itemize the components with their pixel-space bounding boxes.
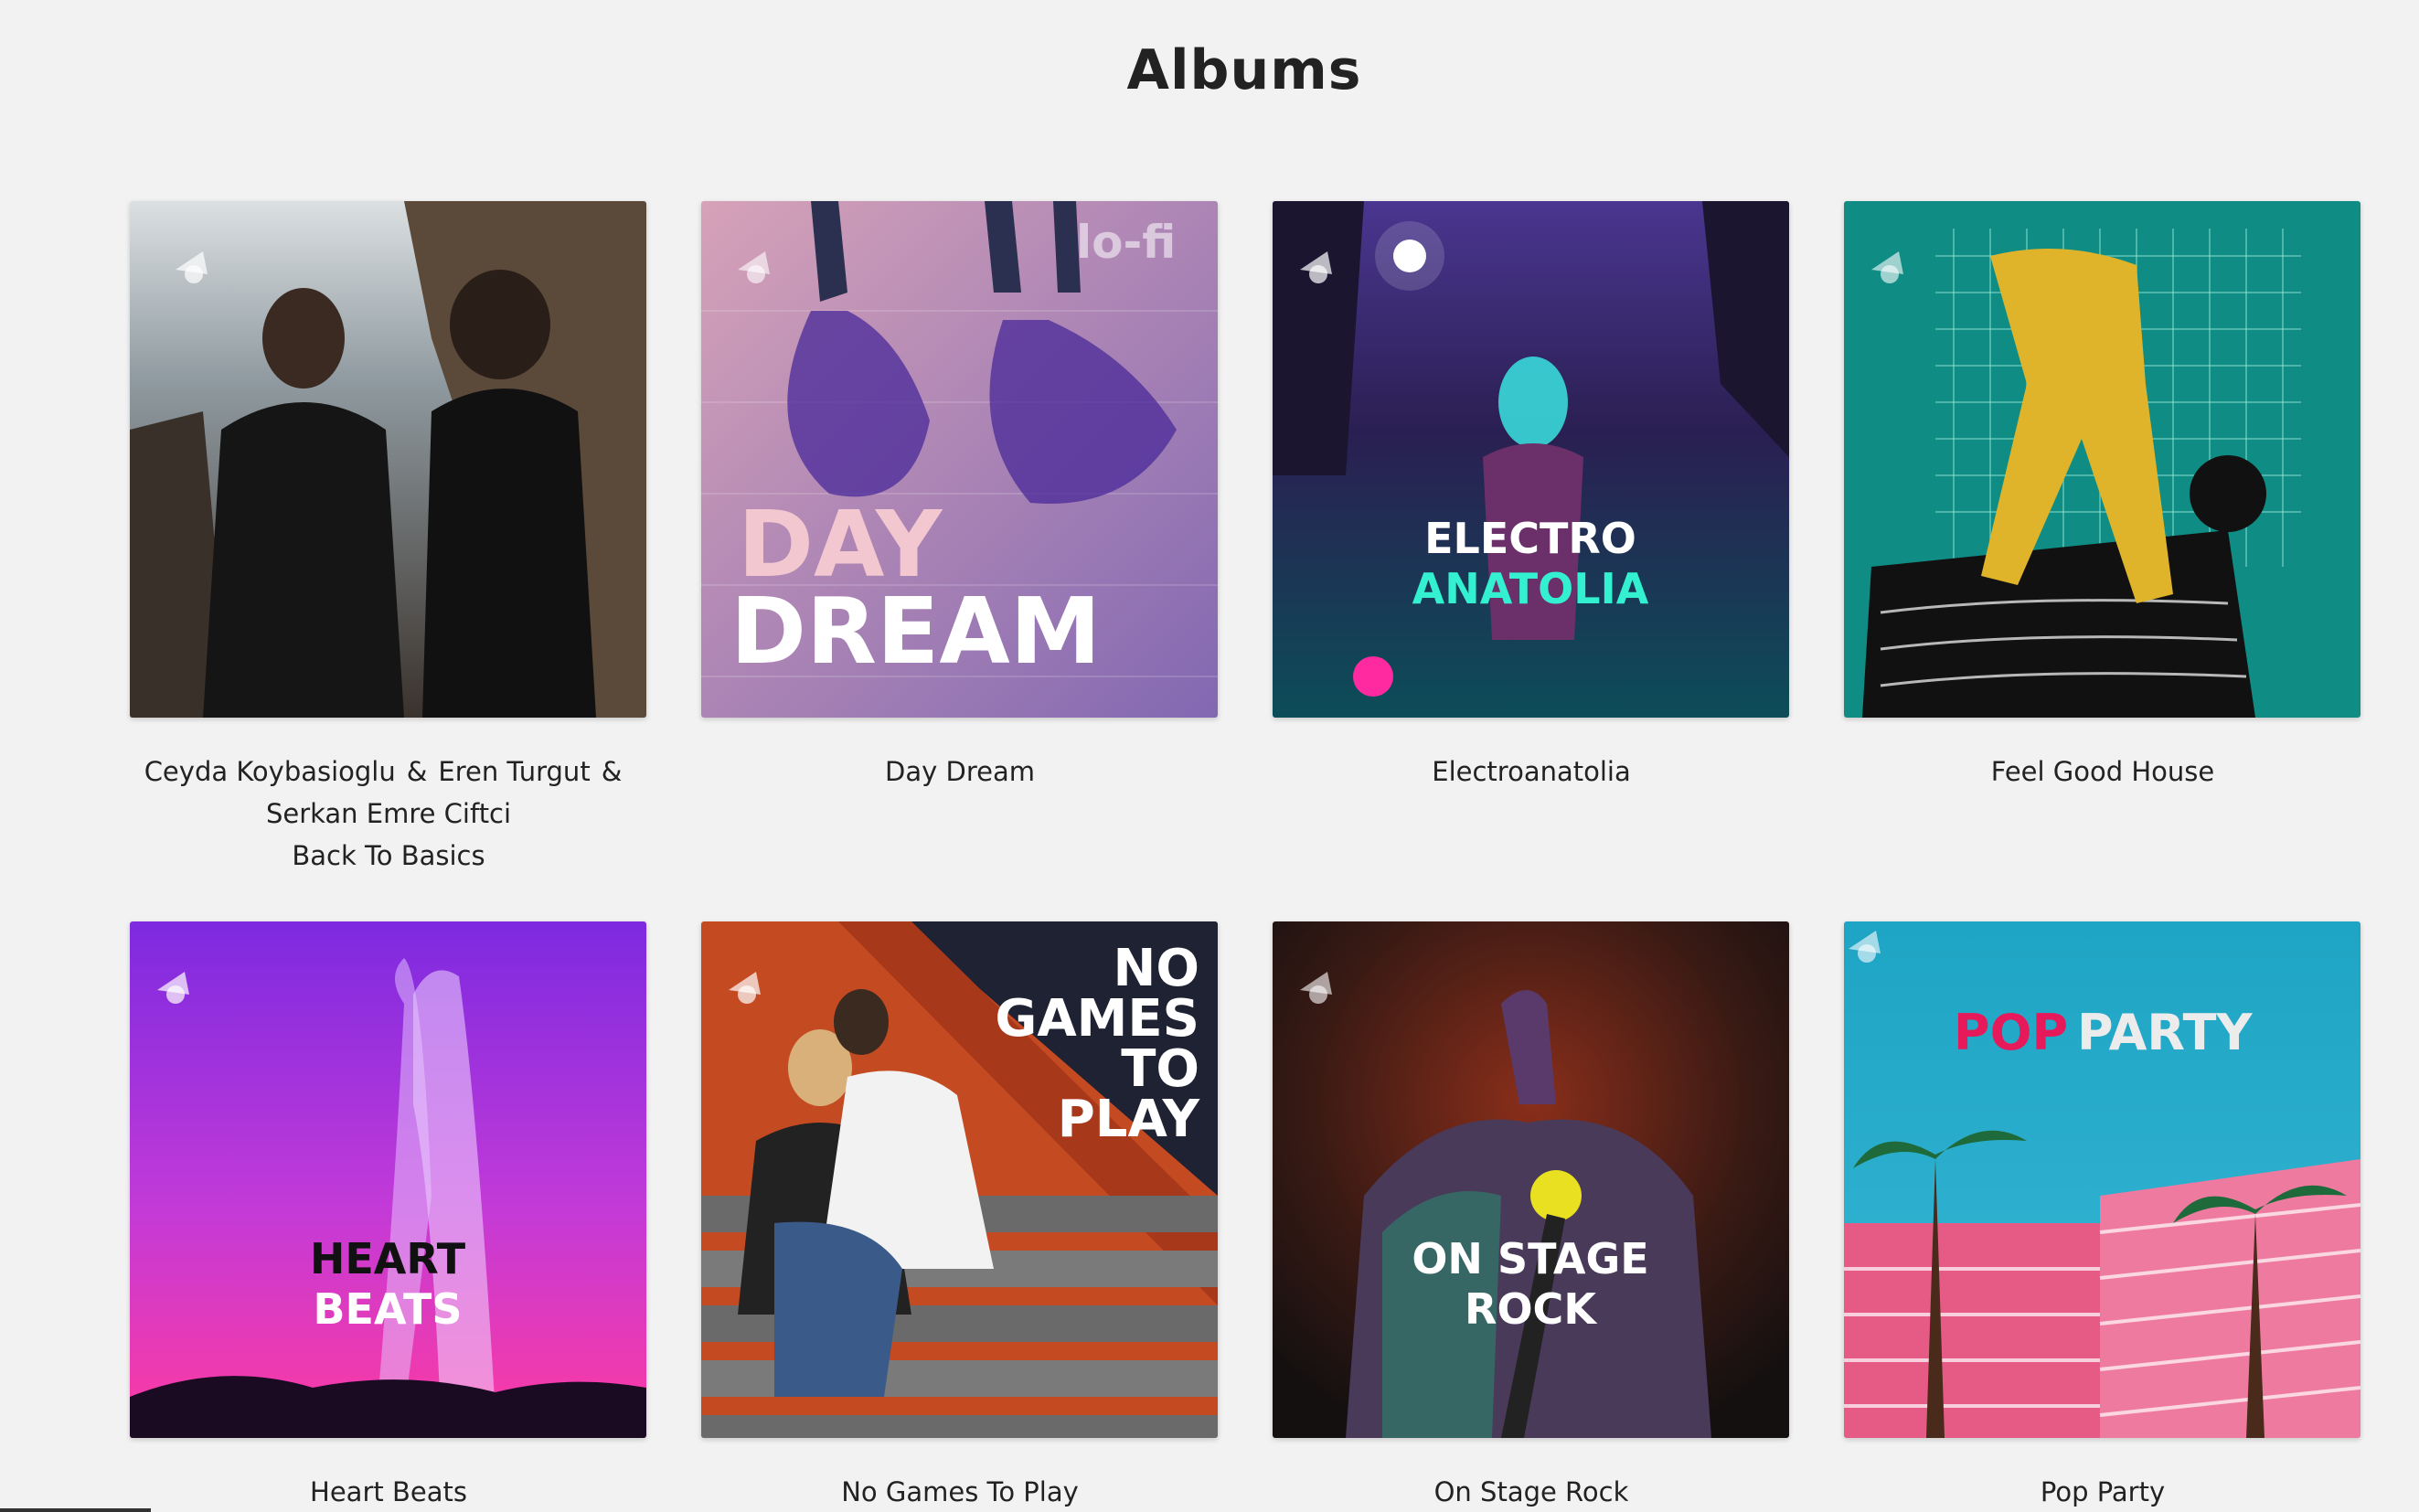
album-card[interactable]: HEART BEATS Heart Beats	[130, 921, 647, 1512]
horizontal-scrollbar[interactable]	[0, 1508, 151, 1512]
album-cover-art	[130, 201, 646, 718]
album-cover-art: ON STAGE ROCK	[1273, 921, 1789, 1438]
album-cover-art: ELECTRO ANATOLIA	[1273, 201, 1789, 718]
album-caption: Day Dream	[701, 751, 1219, 793]
album-artists: Ceyda Koybasioglu & Eren Turgut &	[144, 756, 623, 787]
cover-text: ELECTRO	[1424, 514, 1636, 563]
album-cover[interactable]: NO GAMES TO PLAY	[701, 921, 1218, 1438]
album-caption: Ceyda Koybasioglu & Eren Turgut & Serkan Em…	[130, 751, 647, 877]
artist-name: Serkan Emre Ciftci	[265, 798, 512, 829]
album-card[interactable]: ELECTRO ANATOLIA Electroanatolia	[1273, 201, 1790, 793]
album-cover-art: HEART BEATS	[130, 921, 646, 1438]
album-cover[interactable]	[130, 201, 646, 718]
album-title[interactable]: Heart Beats	[130, 1471, 647, 1512]
album-title[interactable]: Electroanatolia	[1273, 751, 1790, 793]
albums-page: Albums Ceyda Koybasioglu & Eren Turgut &…	[0, 0, 2419, 1512]
cover-text: DREAM	[730, 578, 1101, 685]
album-caption: No Games To Play	[701, 1471, 1219, 1512]
album-title[interactable]: Feel Good House	[1844, 751, 2361, 793]
album-card[interactable]: Ceyda Koybasioglu & Eren Turgut & Serkan Em…	[130, 201, 647, 877]
cover-text: PLAY	[1058, 1090, 1201, 1149]
cover-text: ON STAGE	[1412, 1234, 1648, 1283]
album-title[interactable]: On Stage Rock	[1273, 1471, 1790, 1512]
cover-text: lo-fi	[1076, 216, 1176, 269]
album-cover-art	[1844, 201, 2360, 718]
album-card[interactable]: POP PARTY Pop Party	[1844, 921, 2361, 1512]
album-caption: Pop Party	[1844, 1471, 2361, 1512]
album-caption: On Stage Rock	[1273, 1471, 1790, 1512]
album-caption: Feel Good House	[1844, 751, 2361, 793]
album-caption: Heart Beats	[130, 1471, 647, 1512]
cover-text: PARTY	[2077, 1004, 2253, 1061]
album-card[interactable]: Feel Good House	[1844, 201, 2361, 793]
album-cover-art: DAY DREAM lo-fi	[701, 201, 1218, 718]
album-cover[interactable]: HEART BEATS	[130, 921, 646, 1438]
album-cover-art: POP PARTY	[1844, 921, 2360, 1438]
album-cover[interactable]: POP PARTY	[1844, 921, 2360, 1438]
album-cover-art: NO GAMES TO PLAY	[701, 921, 1218, 1438]
album-cover[interactable]: ELECTRO ANATOLIA	[1273, 201, 1789, 718]
album-cover[interactable]: DAY DREAM lo-fi	[701, 201, 1218, 718]
album-cover[interactable]	[1844, 201, 2360, 718]
album-caption: Electroanatolia	[1273, 751, 1790, 793]
page-title: Albums	[1126, 38, 1362, 102]
cover-text: POP	[1954, 1004, 2068, 1061]
cover-text: HEART	[310, 1234, 466, 1283]
album-card[interactable]: DAY DREAM lo-fi Day Dream	[701, 201, 1219, 793]
album-title[interactable]: Pop Party	[1844, 1471, 2361, 1512]
album-card[interactable]: NO GAMES TO PLAY No Games To Play	[701, 921, 1219, 1512]
album-title[interactable]: No Games To Play	[701, 1471, 1219, 1512]
cover-text: ANATOLIA	[1412, 564, 1649, 613]
cover-text: BEATS	[313, 1284, 462, 1334]
cover-text: ROCK	[1465, 1284, 1598, 1334]
artist-name: Eren Turgut	[438, 756, 591, 787]
album-title[interactable]: Back To Basics	[130, 835, 647, 877]
album-cover[interactable]: ON STAGE ROCK	[1273, 921, 1789, 1438]
artist-name: Ceyda Koybasioglu	[144, 756, 396, 787]
album-title[interactable]: Day Dream	[701, 751, 1219, 793]
album-card[interactable]: ON STAGE ROCK On Stage Rock	[1273, 921, 1790, 1512]
